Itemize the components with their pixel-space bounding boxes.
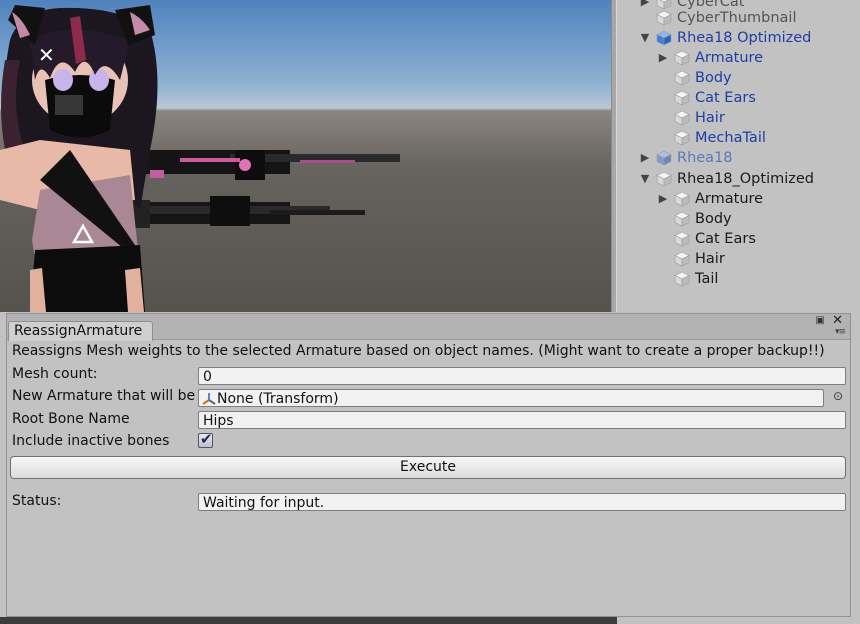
hierarchy-item-label: Cat Ears: [695, 90, 756, 106]
execute-button[interactable]: Execute: [10, 456, 846, 479]
mesh-count-field[interactable]: 0: [198, 367, 846, 385]
collapse-arrow-icon[interactable]: ▼: [639, 28, 651, 48]
hierarchy-item-label: Tail: [695, 271, 719, 287]
hierarchy-item-label: CyberThumbnail: [677, 10, 797, 26]
gameobject-cube-icon: [674, 271, 690, 287]
hierarchy-item-label: Rhea18 Optimized: [677, 30, 812, 46]
gameobject-cube-icon: [674, 231, 690, 247]
hierarchy-item-label: Armature: [695, 50, 764, 66]
hierarchy-item-label: Rhea18_Optimized: [677, 171, 814, 187]
root-bone-label: Root Bone Name: [12, 411, 130, 427]
expand-arrow-icon[interactable]: ▶: [657, 48, 669, 68]
expand-arrow-icon[interactable]: ▶: [657, 189, 669, 209]
scene-view-edge: [0, 617, 617, 624]
expand-arrow-icon[interactable]: ▶: [639, 0, 651, 12]
status-field: Waiting for input.: [198, 493, 846, 511]
status-label: Status:: [12, 493, 62, 509]
gameobject-cube-icon: [674, 50, 690, 66]
scene-view[interactable]: ✕: [0, 0, 611, 312]
root-bone-input[interactable]: Hips: [198, 411, 846, 429]
prefab-cube-icon: [656, 150, 672, 166]
object-picker-icon[interactable]: ⊙: [833, 389, 843, 403]
close-icon[interactable]: ✕: [832, 313, 843, 328]
gameobject-cube-icon: [656, 171, 672, 187]
hierarchy-item-label: Hair: [695, 110, 725, 126]
window-tab-bar: ReassignArmature ▣ ✕ ▾≡: [7, 313, 850, 341]
reassign-armature-window: ReassignArmature ▣ ✕ ▾≡ Reassigns Mesh w…: [6, 313, 851, 617]
include-inactive-checkbox[interactable]: ✔: [198, 430, 213, 448]
gameobject-cube-icon: [674, 70, 690, 86]
gameobject-cube-icon: [674, 211, 690, 227]
gameobject-cube-icon: [674, 251, 690, 267]
hierarchy-item-label: Cat Ears: [695, 231, 756, 247]
hierarchy-item-label: MechaTail: [695, 130, 766, 146]
hierarchy-item-label: Rhea18: [677, 150, 733, 166]
checkmark-icon: ✔: [200, 430, 213, 448]
new-armature-label: New Armature that will be: [12, 388, 196, 404]
gameobject-cube-icon: [674, 90, 690, 106]
new-armature-value: None (Transform): [217, 391, 339, 407]
collapse-arrow-icon[interactable]: ▼: [639, 169, 651, 189]
svg-text:✕: ✕: [38, 43, 55, 67]
hierarchy-item-label: Body: [695, 70, 732, 86]
gameobject-cube-icon: [674, 191, 690, 207]
mesh-count-label: Mesh count:: [12, 366, 98, 382]
avatar-model: ✕: [0, 5, 400, 312]
hierarchy-item-label: Body: [695, 211, 732, 227]
transform-icon: [202, 392, 216, 406]
include-inactive-label: Include inactive bones: [12, 433, 170, 449]
expand-arrow-icon[interactable]: ▶: [639, 148, 651, 168]
prefab-cube-icon: [656, 30, 672, 46]
gameobject-cube-icon: [656, 10, 672, 26]
window-menu-icon[interactable]: ▾≡: [835, 327, 846, 337]
hierarchy-item-label: Armature: [695, 191, 764, 207]
tab-reassign-armature[interactable]: ReassignArmature: [8, 321, 154, 341]
upper-arm-weapon: [110, 150, 400, 180]
maximize-icon[interactable]: ▣: [816, 315, 825, 326]
gameobject-cube-icon: [656, 0, 672, 10]
hierarchy-item-label: Hair: [695, 251, 725, 267]
new-armature-object-field[interactable]: None (Transform): [198, 389, 824, 407]
gameobject-cube-icon: [674, 110, 690, 126]
description-text: Reassigns Mesh weights to the selected A…: [12, 343, 825, 359]
gameobject-cube-icon: [674, 130, 690, 146]
